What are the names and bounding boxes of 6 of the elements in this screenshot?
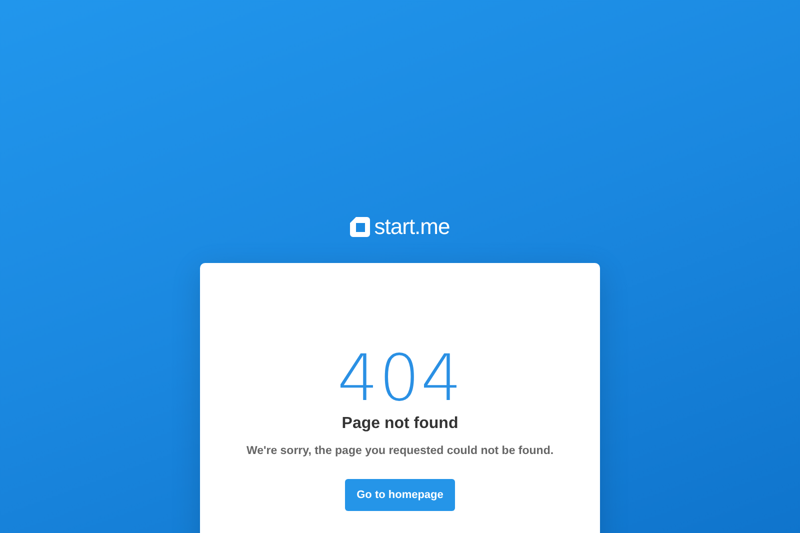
logo-text: start.me: [374, 214, 450, 240]
logo-icon: [350, 217, 370, 237]
error-title: Page not found: [342, 415, 458, 433]
error-message: We're sorry, the page you requested could not be found.: [246, 445, 554, 457]
error-code: 404: [337, 347, 463, 411]
homepage-button[interactable]: Go to homepage: [345, 479, 455, 511]
